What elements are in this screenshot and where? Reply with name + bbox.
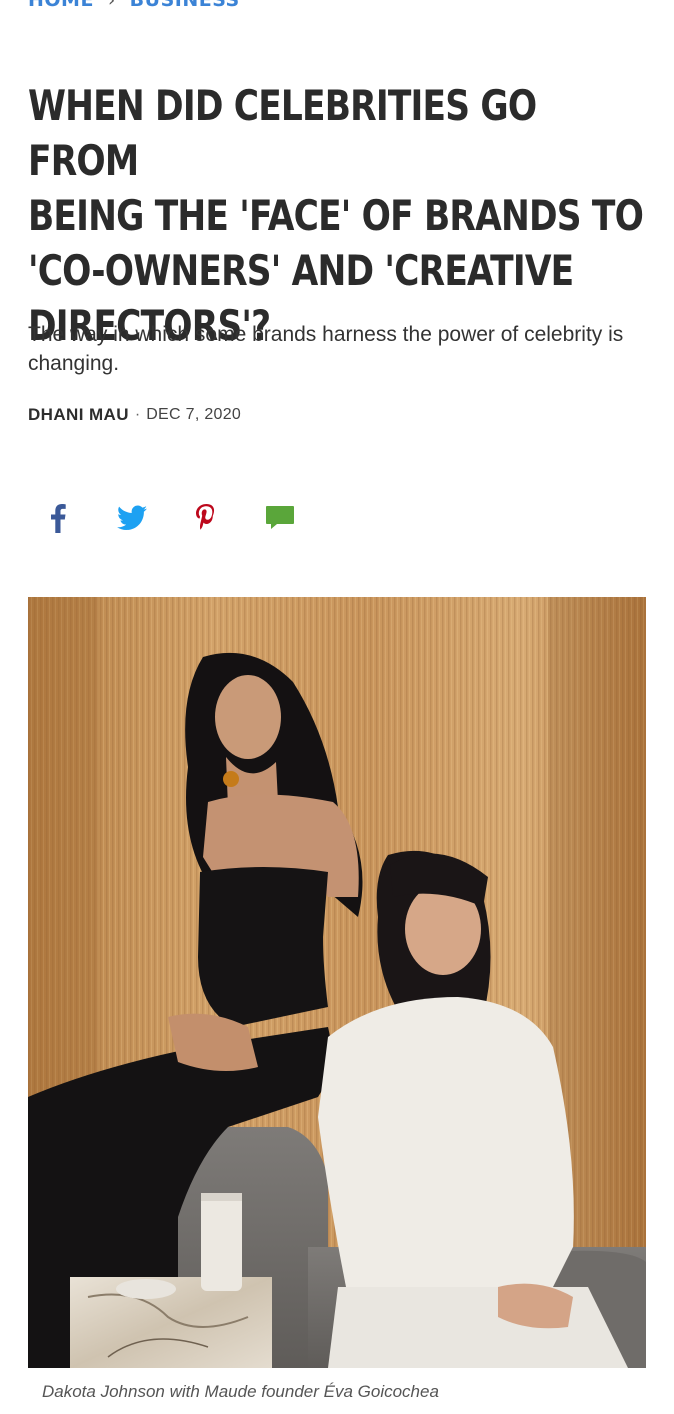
share-bar <box>40 500 298 536</box>
publish-date: DEC 7, 2020 <box>146 406 242 423</box>
hero-illustration <box>28 597 646 1368</box>
title-line: 'CO-OWNERS' AND 'CREATIVE <box>28 246 574 295</box>
article-dek: The way in which some brands harness the… <box>28 323 624 375</box>
breadcrumb-section-link[interactable]: BUSINESS <box>130 0 240 11</box>
article-hero-image <box>28 597 646 1368</box>
author-link[interactable]: DHANI MAU <box>28 405 129 425</box>
byline: DHANI MAU · DEC 7, 2020 <box>28 405 241 425</box>
pinterest-icon[interactable] <box>188 500 224 536</box>
twitter-icon[interactable] <box>114 500 150 536</box>
facebook-icon[interactable] <box>40 500 76 536</box>
breadcrumb-home-link[interactable]: HOME <box>28 0 94 11</box>
breadcrumb: HOME › BUSINESS <box>28 0 240 12</box>
chevron-right-icon: › <box>107 0 116 11</box>
image-caption: Dakota Johnson with Maude founder Éva Go… <box>42 1382 439 1401</box>
article-title: WHEN DID CELEBRITIES GO FROM BEING THE '… <box>28 78 651 353</box>
byline-separator: · <box>134 406 141 423</box>
title-line: BEING THE 'FACE' OF BRANDS TO <box>28 191 644 240</box>
title-line: WHEN DID CELEBRITIES GO FROM <box>28 81 537 185</box>
comment-icon[interactable] <box>262 500 298 536</box>
